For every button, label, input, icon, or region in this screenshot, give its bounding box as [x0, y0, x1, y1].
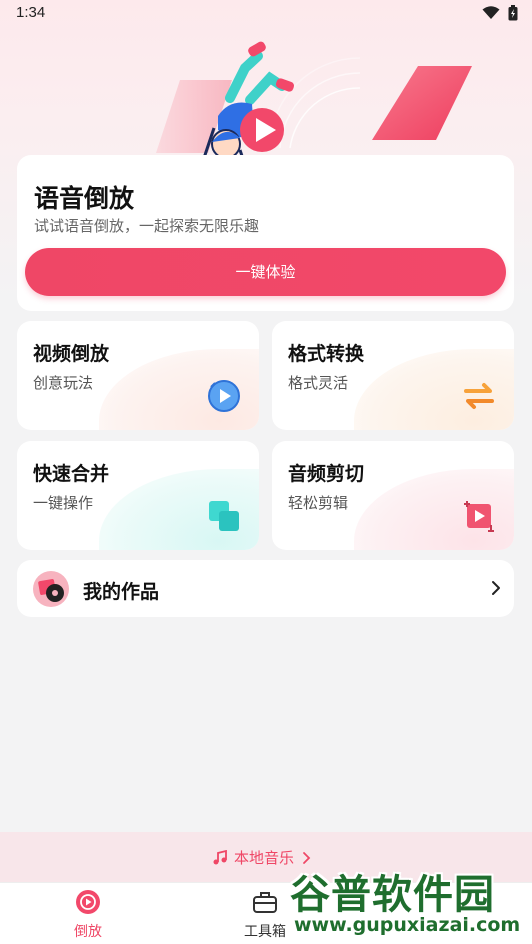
voice-reverse-subtitle: 试试语音倒放，一起探索无限乐趣	[34, 217, 260, 235]
audio-cut-card[interactable]: 音频剪切 轻松剪辑	[272, 441, 514, 550]
merge-squares-icon	[209, 501, 239, 531]
video-reverse-title: 视频倒放	[33, 343, 110, 365]
watermark-url: www.gupuxiazai.com	[294, 914, 521, 936]
voice-reverse-card: 语音倒放 试试语音倒放，一起探索无限乐趣 一键体验	[17, 155, 514, 311]
format-convert-subtitle: 格式灵活	[288, 374, 349, 392]
tab-reverse-label: 倒放	[74, 924, 102, 940]
wifi-icon	[482, 6, 500, 19]
format-convert-title: 格式转换	[288, 343, 365, 365]
play-circle-icon	[76, 890, 100, 914]
audio-cut-subtitle: 轻松剪辑	[288, 494, 349, 512]
rewind-play-icon	[208, 380, 240, 412]
status-time: 1:34	[16, 4, 46, 21]
swap-arrows-icon	[464, 383, 494, 409]
my-works-row[interactable]: 我的作品	[17, 560, 514, 617]
quick-merge-title: 快速合并	[33, 463, 110, 485]
video-reverse-subtitle: 创意玩法	[33, 374, 94, 392]
vinyl-record-icon	[33, 571, 69, 607]
status-icons	[482, 5, 518, 21]
format-convert-card[interactable]: 格式转换 格式灵活	[272, 321, 514, 430]
status-bar: 1:34	[0, 0, 532, 28]
toolbox-icon	[253, 892, 277, 913]
watermark: 谷普软件园 www.gupuxiazai.com	[290, 862, 530, 942]
voice-reverse-title: 语音倒放	[34, 184, 135, 213]
try-now-button[interactable]: 一键体验	[25, 248, 506, 296]
audio-cut-title: 音频剪切	[288, 463, 365, 485]
quick-merge-card[interactable]: 快速合并 一键操作	[17, 441, 259, 550]
crop-play-icon	[464, 501, 494, 532]
tab-reverse[interactable]: 倒放	[48, 889, 128, 941]
watermark-title: 谷普软件园	[290, 872, 495, 918]
music-note-icon	[213, 849, 227, 864]
video-reverse-card[interactable]: 视频倒放 创意玩法	[17, 321, 259, 430]
battery-icon	[508, 5, 518, 21]
my-works-title: 我的作品	[83, 581, 160, 603]
local-music-label: 本地音乐	[234, 849, 295, 867]
breakdancer-illustration	[202, 41, 295, 169]
chevron-right-icon	[492, 581, 500, 595]
quick-merge-subtitle: 一键操作	[33, 494, 94, 512]
